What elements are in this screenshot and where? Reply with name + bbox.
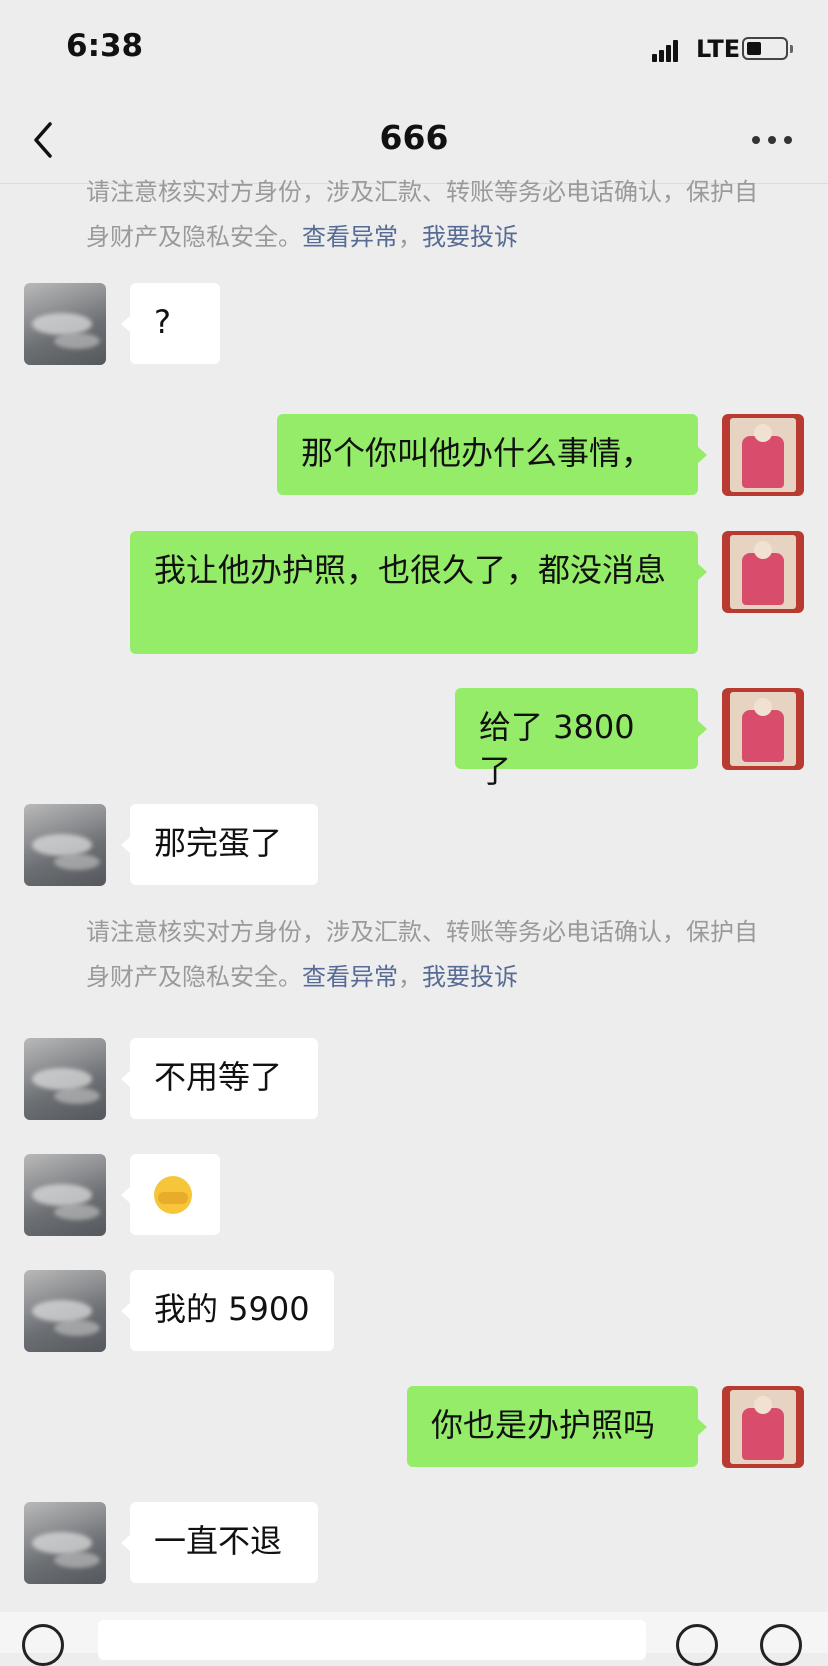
status-bar: 6:38 LTE	[0, 0, 828, 100]
report-link[interactable]: 我要投诉	[422, 223, 518, 251]
status-time: 6:38	[66, 28, 144, 64]
add-icon[interactable]	[760, 1624, 802, 1666]
contact-avatar[interactable]	[24, 283, 106, 365]
message-bubble-outgoing[interactable]: 给了 3800 了	[455, 688, 707, 790]
contact-avatar[interactable]	[24, 804, 106, 886]
my-avatar[interactable]	[722, 688, 804, 770]
message-bubble-incoming[interactable]	[121, 1154, 220, 1235]
my-avatar[interactable]	[722, 1386, 804, 1468]
facepalm-emoji-icon	[154, 1176, 192, 1214]
input-bar	[0, 1612, 828, 1666]
message-bubble-incoming[interactable]: 那完蛋了	[121, 804, 318, 885]
my-avatar[interactable]	[722, 414, 804, 496]
message-bubble-outgoing[interactable]: 你也是办护照吗	[407, 1386, 707, 1467]
my-avatar[interactable]	[722, 531, 804, 613]
contact-avatar[interactable]	[24, 1502, 106, 1584]
message-bubble-incoming[interactable]: 一直不退	[121, 1502, 318, 1583]
contact-avatar[interactable]	[24, 1154, 106, 1236]
message-bubble-incoming[interactable]: 我的 5900	[121, 1270, 334, 1351]
network-type: LTE	[696, 35, 741, 63]
chat-title: 666	[379, 118, 449, 157]
safety-notice: 请注意核实对方身份，涉及汇款、转账等务必电话确认，保护自身财产及隐私安全。查看异…	[86, 910, 766, 1000]
voice-icon[interactable]	[22, 1624, 64, 1666]
message-bubble-incoming[interactable]: ?	[121, 283, 220, 364]
view-anomaly-link[interactable]: 查看异常	[302, 223, 398, 251]
message-bubble-outgoing[interactable]: 我让他办护照，也很久了，都没消息	[130, 531, 707, 654]
message-input[interactable]	[98, 1620, 646, 1660]
notice-separator: ，	[398, 223, 422, 251]
view-anomaly-link[interactable]: 查看异常	[302, 963, 398, 991]
message-bubble-incoming[interactable]: 不用等了	[121, 1038, 318, 1119]
contact-avatar[interactable]	[24, 1038, 106, 1120]
message-bubble-outgoing[interactable]: 那个你叫他办什么事情，	[277, 414, 707, 495]
notice-separator: ，	[398, 963, 422, 991]
contact-avatar[interactable]	[24, 1270, 106, 1352]
battery-icon	[742, 37, 793, 60]
signal-icon	[652, 40, 682, 62]
more-options-button[interactable]	[752, 136, 792, 146]
safety-notice: 请注意核实对方身份，涉及汇款、转账等务必电话确认，保护自身财产及隐私安全。查看异…	[86, 170, 766, 260]
report-link[interactable]: 我要投诉	[422, 963, 518, 991]
emoji-icon[interactable]	[676, 1624, 718, 1666]
